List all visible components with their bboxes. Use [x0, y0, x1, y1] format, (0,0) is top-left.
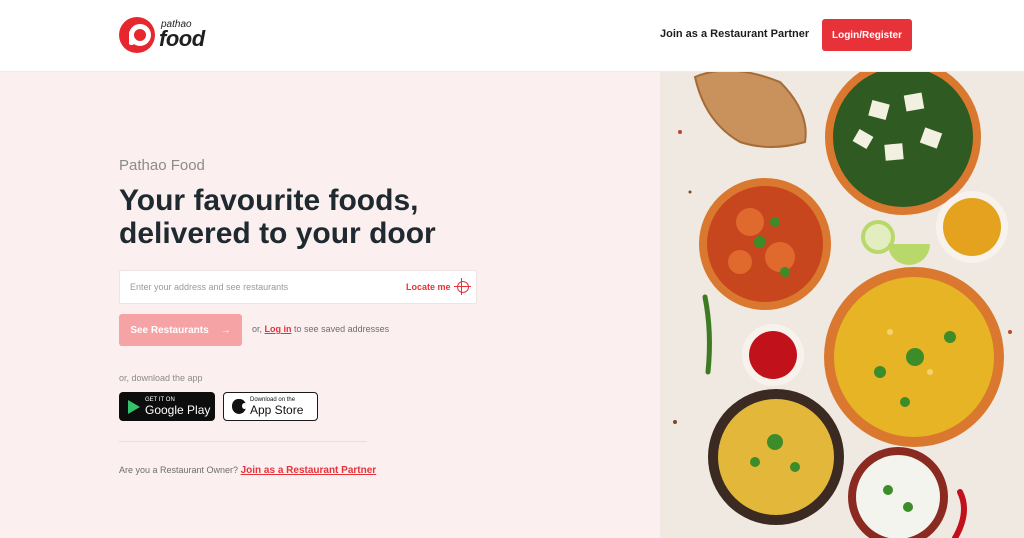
owner-question: Are you a Restaurant Owner? [119, 465, 239, 475]
crosshair-icon [453, 278, 471, 295]
hero-headline: Your favourite foods, delivered to your … [119, 184, 559, 250]
join-partner-link[interactable]: Join as a Restaurant Partner [241, 465, 377, 476]
see-restaurants-button[interactable]: See Restaurants → [119, 314, 242, 346]
top-navbar: pathao food Join as a Restaurant Partner… [0, 0, 1024, 72]
app-store-button[interactable]: Download on the App Store [223, 392, 318, 421]
brand-label: Pathao Food [119, 157, 205, 174]
section-divider [119, 441, 367, 442]
food-illustration [660, 72, 1024, 538]
app-store-big-text: App Store [250, 403, 304, 417]
join-partner-nav-link[interactable]: Join as a Restaurant Partner [660, 28, 809, 40]
locate-me-label: Locate me [406, 282, 451, 292]
app-store-text: Download on the App Store [250, 397, 303, 416]
google-play-text: GET IT ON Google Play [145, 397, 210, 416]
arrow-right-icon: → [220, 324, 231, 336]
download-app-label: or, download the app [119, 373, 203, 383]
log-in-link[interactable]: Log in [265, 324, 292, 334]
see-restaurants-label: See Restaurants [130, 324, 209, 336]
login-hint: or, Log in to see saved addresses [252, 324, 389, 334]
address-search-box: Locate me [119, 270, 477, 304]
address-search-input[interactable] [130, 271, 390, 303]
pathao-logo-icon [119, 17, 155, 53]
restaurant-owner-line: Are you a Restaurant Owner? Join as a Re… [119, 465, 376, 476]
google-play-button[interactable]: GET IT ON Google Play [119, 392, 215, 421]
login-register-button[interactable]: Login/Register [822, 19, 912, 51]
google-play-big-text: Google Play [145, 403, 211, 417]
food-hero-image [660, 72, 1024, 538]
saved-addresses-text: to see saved addresses [294, 324, 390, 334]
headline-line-1: Your favourite foods, [119, 184, 419, 217]
apple-icon [224, 399, 250, 414]
headline-line-2: delivered to your door [119, 217, 436, 250]
logo-wordmark: pathao food [159, 20, 205, 50]
logo-big-text: food [159, 26, 205, 51]
locate-me-button[interactable]: Locate me [406, 278, 471, 295]
pathao-food-logo[interactable]: pathao food [119, 17, 205, 53]
or-text: or, [252, 324, 263, 334]
google-play-icon [119, 399, 145, 414]
